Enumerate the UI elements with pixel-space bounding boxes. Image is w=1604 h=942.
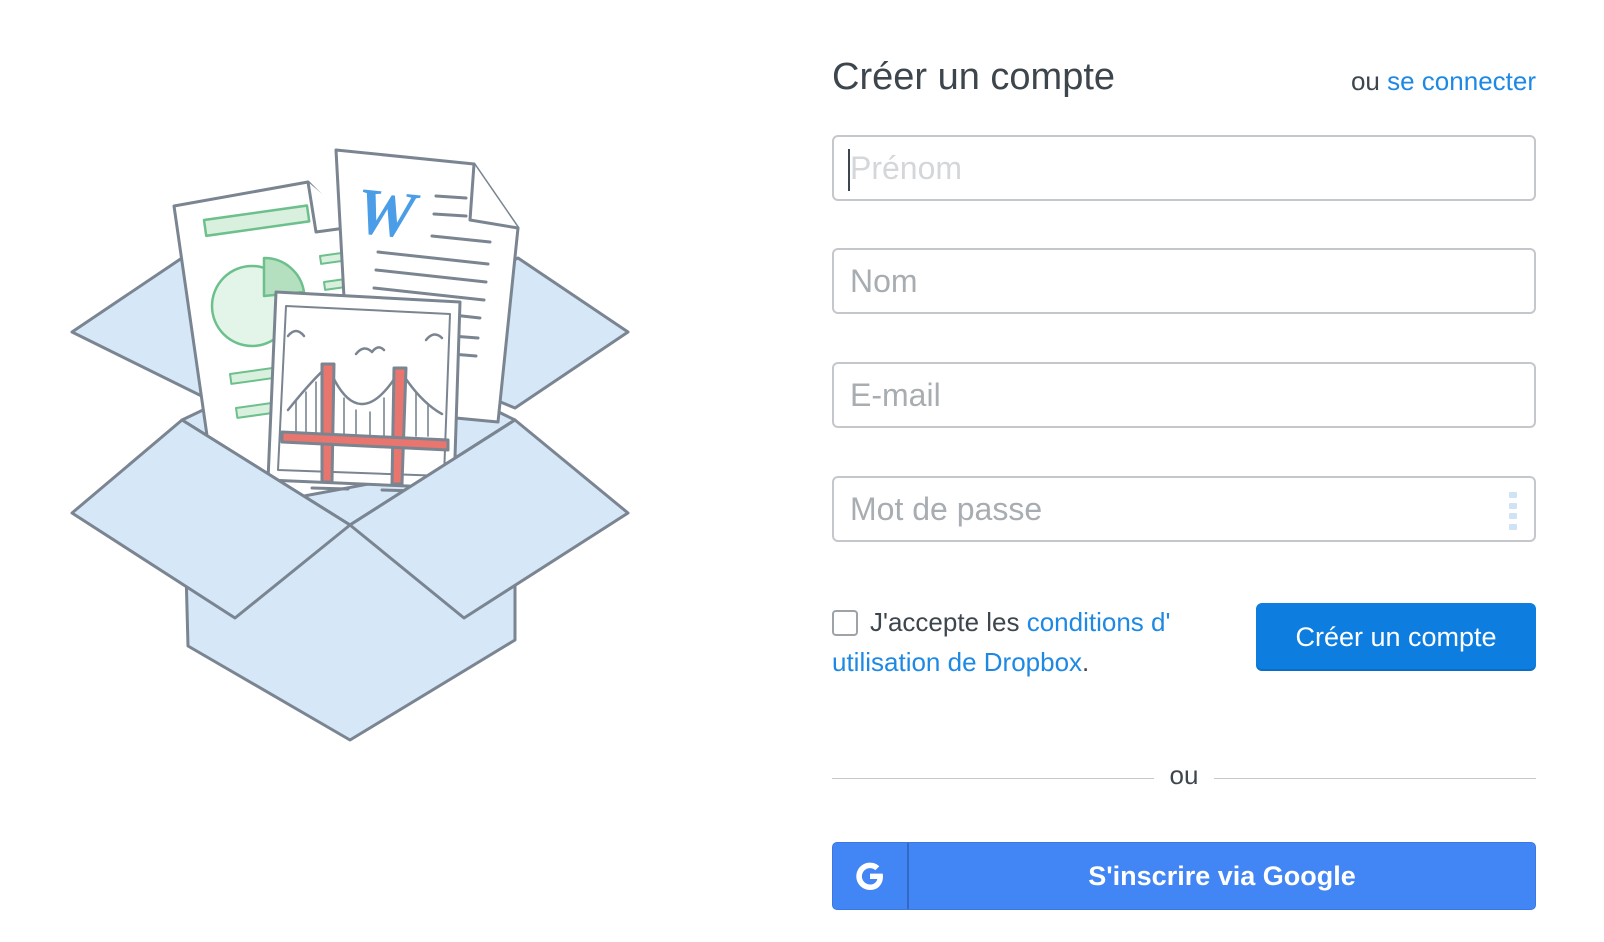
first-name-field[interactable] <box>832 135 1536 201</box>
google-signup-label: S'inscrire via Google <box>1088 860 1356 891</box>
create-account-button[interactable]: Créer un compte <box>1256 603 1536 671</box>
signin-prompt: ou se connecter <box>1351 66 1536 97</box>
signup-form: Créer un compte ou se connecter J'accept… <box>832 50 1536 910</box>
dropbox-box-illustration: W <box>70 148 630 742</box>
last-name-field[interactable] <box>832 248 1536 314</box>
signin-link[interactable]: se connecter <box>1387 66 1536 96</box>
divider-line-right <box>1214 778 1536 779</box>
terms-suffix: . <box>1082 647 1090 677</box>
password-field[interactable] <box>832 476 1536 542</box>
password-manager-icon[interactable] <box>1508 492 1518 530</box>
terms-checkbox[interactable] <box>832 610 858 636</box>
signup-page: W Créer un compte ou se connecter Prénom… <box>0 0 1604 942</box>
email-input[interactable] <box>834 364 1534 426</box>
divider-label: ou <box>1169 760 1199 790</box>
terms-prefix: J'accepte les <box>870 607 1027 637</box>
last-name-input[interactable] <box>834 250 1534 312</box>
page-title: Créer un compte <box>832 56 1116 98</box>
text-caret <box>848 149 850 191</box>
form-header: Créer un compte ou se connecter <box>832 50 1536 110</box>
signin-prefix: ou <box>1350 66 1388 96</box>
google-g-icon <box>856 862 883 890</box>
first-name-input[interactable] <box>834 137 1534 199</box>
or-divider: ou <box>832 758 1536 798</box>
password-input[interactable] <box>834 478 1534 540</box>
terms-agreement: J'accepte les conditions d' utilisation … <box>832 602 1232 682</box>
email-field[interactable] <box>832 362 1536 428</box>
google-icon-container <box>833 843 909 909</box>
google-signup-button[interactable]: S'inscrire via Google <box>832 842 1536 910</box>
